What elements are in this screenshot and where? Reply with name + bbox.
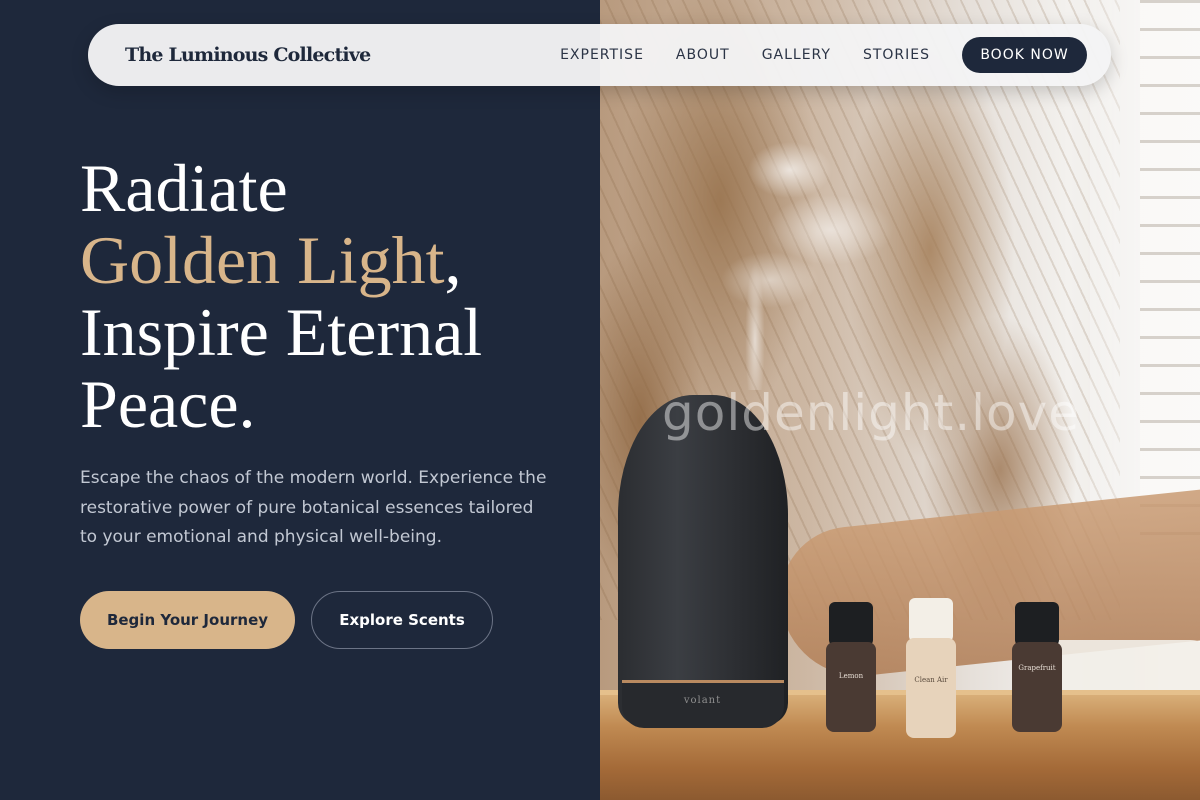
bottle-cap [829, 602, 873, 646]
top-navbar: The Luminous Collective EXPERTISE ABOUT … [88, 24, 1111, 86]
bottle-body [1012, 642, 1062, 732]
watermark-text: goldenlight.love [662, 384, 1080, 442]
diffuser-steam [660, 110, 920, 390]
bottle-body [826, 642, 876, 732]
book-now-button[interactable]: BOOK NOW [962, 37, 1087, 73]
aroma-diffuser [618, 395, 788, 725]
headline-line-1: Radiate [80, 150, 288, 226]
nav-link-gallery[interactable]: GALLERY [762, 47, 831, 63]
begin-journey-button[interactable]: Begin Your Journey [80, 591, 295, 649]
bottle-label: Lemon [838, 672, 864, 680]
nav-link-expertise[interactable]: EXPERTISE [560, 47, 644, 63]
hero-headline: Radiate Golden Light, Inspire Eternal Pe… [80, 152, 580, 440]
bottle-cap [1015, 602, 1059, 646]
bottle-label: Grapefruit [1018, 664, 1056, 672]
bottle-cap [909, 598, 953, 642]
hero-subtext: Escape the chaos of the modern world. Ex… [80, 468, 547, 547]
hero-photo: volant Lemon Clean Air Grapefruit golden… [600, 0, 1200, 800]
diffuser-logo: volant [683, 695, 722, 706]
headline-line-3: Inspire Eternal [80, 294, 483, 370]
nav-link-stories[interactable]: STORIES [863, 47, 930, 63]
bottle-label: Clean Air [914, 676, 948, 684]
window-blinds [1140, 0, 1200, 560]
headline-highlight: Golden Light [80, 222, 445, 298]
explore-scents-button[interactable]: Explore Scents [311, 591, 493, 649]
headline-comma: , [444, 222, 462, 298]
headline-line-4: Peace. [80, 366, 256, 442]
bottle-body [906, 638, 956, 738]
hero-headline-block: Radiate Golden Light, Inspire Eternal Pe… [80, 152, 580, 440]
nav-links: EXPERTISE ABOUT GALLERY STORIES BOOK NOW [560, 37, 1087, 73]
nav-link-about[interactable]: ABOUT [676, 47, 730, 63]
brand-logo[interactable]: The Luminous Collective [125, 44, 371, 66]
